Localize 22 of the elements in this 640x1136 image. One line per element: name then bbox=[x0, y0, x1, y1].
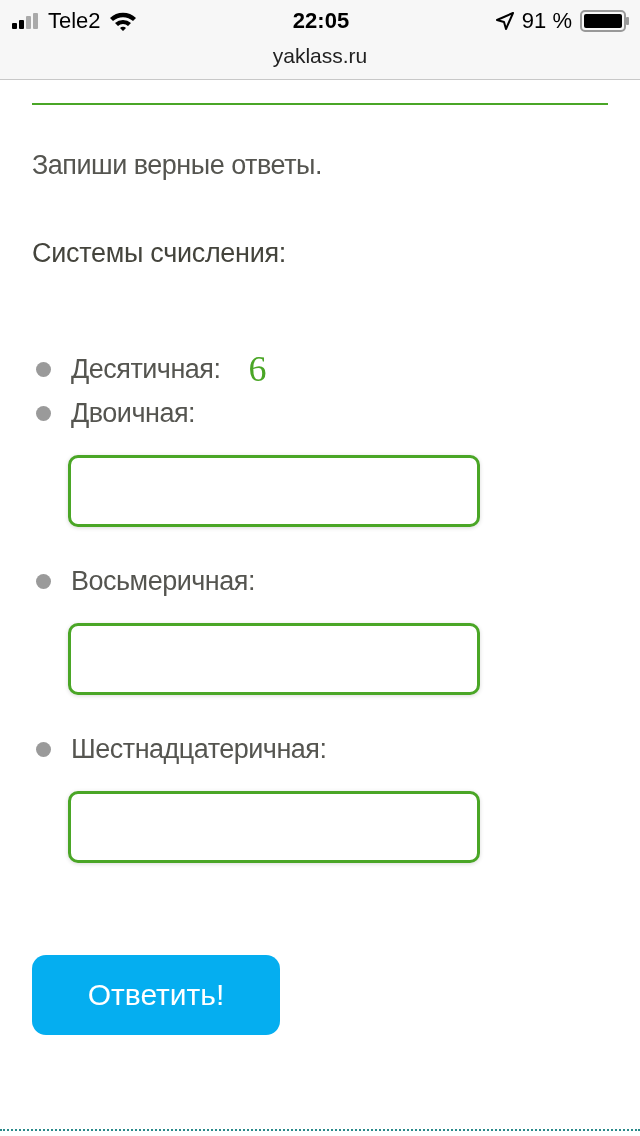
item-label: Восьмеричная: bbox=[71, 565, 255, 597]
battery-percentage: 91 % bbox=[521, 8, 572, 34]
item-label: Шестнадцатеричная: bbox=[71, 733, 327, 765]
task-heading: Системы счисления: bbox=[32, 238, 287, 269]
bullet-icon bbox=[36, 405, 51, 421]
address-bar-url[interactable]: yaklass.ru bbox=[0, 42, 640, 68]
bullet-icon bbox=[36, 573, 51, 589]
battery-icon bbox=[580, 10, 630, 32]
bullet-icon bbox=[36, 741, 51, 757]
instruction-text: Запиши верные ответы. bbox=[32, 150, 323, 181]
given-value: 6 bbox=[248, 348, 266, 390]
location-arrow-icon bbox=[495, 12, 514, 30]
answer-field[interactable] bbox=[68, 623, 480, 695]
wifi-icon bbox=[108, 11, 137, 31]
answer-field[interactable] bbox=[68, 791, 480, 863]
carrier-name: Tele2 bbox=[48, 8, 101, 34]
clock: 22:05 bbox=[292, 8, 350, 34]
item-label: Десятичная: bbox=[71, 353, 221, 385]
item-label: Двоичная: bbox=[71, 397, 196, 429]
answer-field[interactable] bbox=[68, 455, 480, 527]
signal-icon bbox=[12, 13, 40, 29]
bullet-icon bbox=[36, 361, 51, 377]
